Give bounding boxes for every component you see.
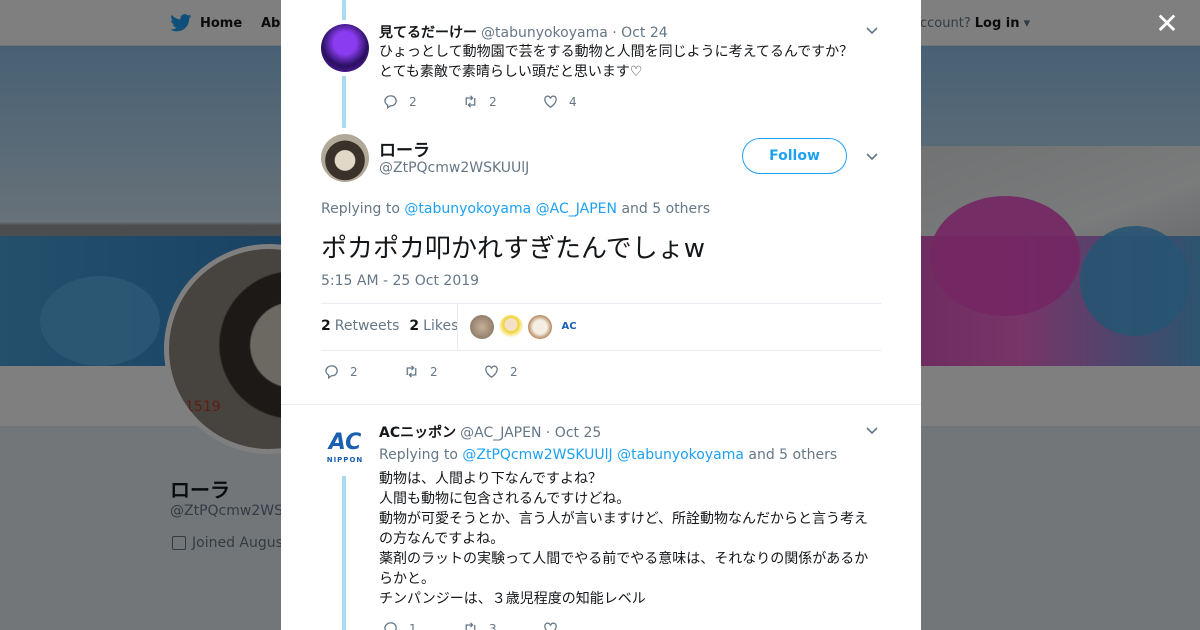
liker-avatar[interactable] <box>499 315 523 339</box>
like-button[interactable]: 2 <box>483 363 563 380</box>
thread-line <box>342 76 346 128</box>
reply-button[interactable]: 2 <box>382 93 462 110</box>
retweet-count: 2 <box>489 94 497 109</box>
replying-others[interactable]: and 5 others <box>748 447 837 463</box>
liker-avatar[interactable]: AC <box>557 315 581 339</box>
divider <box>281 404 921 405</box>
separator: · <box>545 425 551 441</box>
tweet-header: ACニッポン @AC_JAPEN · Oct 25 <box>379 422 601 442</box>
author-name[interactable]: ACニッポン <box>379 425 456 441</box>
retweet-button[interactable]: 2 <box>462 93 542 110</box>
tweet-timestamp[interactable]: 5:15 AM - 25 Oct 2019 <box>321 273 479 289</box>
mention-link[interactable]: @tabunyokoyama <box>404 201 531 217</box>
retweet-icon <box>465 95 476 108</box>
author-name[interactable]: 見てるだーけー <box>379 25 477 41</box>
tweet-text: ひょっとして動物園で芸をする動物と人間を同じように考えてるんですか？ とても素敵… <box>379 42 853 82</box>
tweet-text-line: らかと。 <box>379 571 435 587</box>
avatar[interactable] <box>321 24 369 72</box>
divider <box>457 304 458 350</box>
retweet-count: 3 <box>489 621 497 630</box>
divider <box>321 350 881 351</box>
replying-to: Replying to @ZtPQcmw2WSKUUlJ @tabunyokoy… <box>379 447 837 463</box>
replying-prefix: Replying to <box>321 201 400 217</box>
tweet-text-line: 動物は、人間より下なんですよね？ <box>379 471 603 487</box>
chevron-down-icon[interactable] <box>866 27 878 35</box>
tweet-text-line: 人間も動物に包含されるんですけどね。 <box>379 491 631 507</box>
retweet-count: 2 <box>430 364 438 379</box>
retweets-label: Retweets <box>334 318 400 334</box>
tweet-modal: 見てるだーけー @tabunyokoyama · Oct 24 ひょっとして動物園… <box>281 0 921 630</box>
retweet-button[interactable]: 3 <box>462 620 542 630</box>
thread-line <box>342 0 346 20</box>
mention-link[interactable]: @AC_JAPEN <box>536 201 617 217</box>
author-name[interactable]: ローラ <box>379 136 430 161</box>
retweets-stat[interactable]: 2 Retweets <box>321 318 399 334</box>
avatar[interactable]: AC NIPPON <box>321 424 369 472</box>
mention-link[interactable]: @tabunyokoyama <box>617 447 744 463</box>
separator: · <box>612 25 617 41</box>
tweet-date[interactable]: Oct 25 <box>555 425 601 441</box>
tweet-text-line: 薬剤のラットの実験って人間でやる前でやる意味は、それなりの関係があるか <box>379 551 869 567</box>
avatar-logo: AC <box>328 430 362 455</box>
tweet-text-line: チンパンジーは、３歳児程度の知能レベル <box>379 591 646 607</box>
author-handle[interactable]: @AC_JAPEN <box>460 425 541 441</box>
likes-count: 2 <box>409 318 420 334</box>
tweet-actions: 2 2 2 <box>323 363 563 380</box>
replying-others[interactable]: and 5 others <box>621 201 710 217</box>
like-count: 4 <box>569 94 577 109</box>
likers-list: AC <box>470 315 586 339</box>
chevron-down-icon[interactable] <box>866 427 878 435</box>
tweet-text-line: とても素敵で素晴らしい頭だと思います♡ <box>379 64 643 80</box>
heart-icon <box>485 365 498 378</box>
reply-count: 2 <box>350 364 358 379</box>
mention-link[interactable]: @ZtPQcmw2WSKUUlJ <box>462 447 612 463</box>
reply-icon <box>384 95 397 110</box>
retweets-count: 2 <box>321 318 331 334</box>
tweet-text: ポカポカ叩かれすぎたんでしょw <box>321 234 705 264</box>
reply-button[interactable]: 2 <box>323 363 403 380</box>
reply-button[interactable]: 1 <box>382 620 462 630</box>
replying-to: Replying to @tabunyokoyama @AC_JAPEN and… <box>321 201 710 217</box>
likes-stat[interactable]: 2 Likes <box>409 318 458 334</box>
heart-icon <box>544 622 557 630</box>
reply-icon <box>384 622 397 630</box>
like-count: 2 <box>510 364 518 379</box>
divider <box>321 303 881 304</box>
tweet-text-line: ひょっとして動物園で芸をする動物と人間を同じように考えてるんですか？ <box>379 44 854 60</box>
liker-avatar[interactable] <box>470 315 494 339</box>
tweet-text-line: の方なんですよね。 <box>379 531 505 547</box>
tweet-header: 見てるだーけー @tabunyokoyama · Oct 24 <box>379 22 668 42</box>
liker-avatar-logo: AC <box>561 321 577 332</box>
tweet-text-line: 動物が可愛そうとか、言う人が言いますけど、所詮動物なんだからと言う考え <box>379 511 869 527</box>
retweet-icon <box>465 622 476 630</box>
reply-count: 2 <box>409 94 417 109</box>
tweet-actions: 2 2 4 <box>382 93 622 110</box>
tweet-stats: 2 Retweets 2 Likes <box>321 318 458 334</box>
replying-prefix: Replying to <box>379 447 458 463</box>
heart-icon <box>544 95 557 108</box>
author-handle[interactable]: @ZtPQcmw2WSKUUlJ <box>379 160 529 176</box>
avatar[interactable] <box>321 134 369 182</box>
tweet-actions: 1 3 <box>382 620 622 630</box>
chevron-down-icon[interactable] <box>866 153 878 161</box>
retweet-button[interactable]: 2 <box>403 363 483 380</box>
avatar-logo-sub: NIPPON <box>326 456 364 464</box>
likes-label: Likes <box>423 318 459 334</box>
tweet-text: 動物は、人間より下なんですよね？ 人間も動物に包含されるんですけどね。 動物が可… <box>379 469 879 609</box>
thread-line <box>342 476 346 630</box>
reply-count: 1 <box>409 621 417 630</box>
like-button[interactable]: 4 <box>542 93 622 110</box>
retweet-icon <box>406 365 417 378</box>
tweet-date[interactable]: Oct 24 <box>621 25 667 41</box>
follow-button[interactable]: Follow <box>742 138 847 174</box>
like-button[interactable] <box>542 620 622 630</box>
author-handle[interactable]: @tabunyokoyama <box>481 25 608 41</box>
reply-icon <box>325 365 338 380</box>
close-icon[interactable]: ✕ <box>1152 10 1182 40</box>
liker-avatar[interactable] <box>528 315 552 339</box>
